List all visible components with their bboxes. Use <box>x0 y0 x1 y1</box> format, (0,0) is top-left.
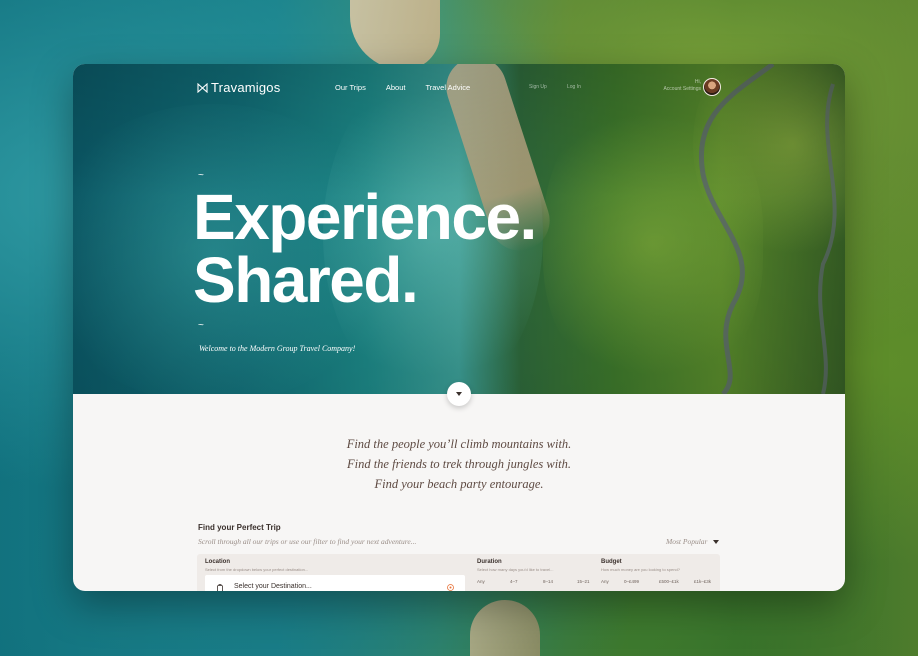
hero-headline-line1: Experience. <box>193 181 537 253</box>
account-greeting: Hi, <box>694 79 701 85</box>
sort-dropdown[interactable]: Most Popular <box>666 537 720 546</box>
nav-about[interactable]: About <box>386 83 406 92</box>
background-beach-bottom <box>470 600 540 656</box>
top-navigation: Travamigos Our Trips About Travel Advice… <box>73 64 845 114</box>
budget-option-0-499[interactable]: 0–£499 <box>624 579 639 584</box>
nav-sign-up[interactable]: Sign Up <box>529 84 547 90</box>
duration-option-15-21[interactable]: 15–21 <box>577 579 590 584</box>
website-card: Travamigos Our Trips About Travel Advice… <box>73 64 845 591</box>
hero-headline-line2: Shared. <box>193 244 419 316</box>
tagline: Find the people you’ll climb mountains w… <box>73 434 845 494</box>
location-title: Location <box>205 559 230 565</box>
background-beach <box>350 0 440 70</box>
destination-select[interactable]: Select your Destination... <box>205 575 465 591</box>
account-link: Account <box>663 86 682 92</box>
location-hint: Select from the dropdown below your perf… <box>205 567 309 572</box>
chevron-down-icon <box>456 392 462 396</box>
nav-our-trips[interactable]: Our Trips <box>335 83 366 92</box>
budget-hint: How much money are you looking to spend? <box>601 567 680 572</box>
duration-hint: Select how many days you’d like to trave… <box>477 567 554 572</box>
budget-title: Budget <box>601 559 622 565</box>
trip-filter-panel: Location Select from the dropdown below … <box>197 554 720 591</box>
caret-down-icon <box>713 539 720 544</box>
avatar[interactable] <box>703 78 721 96</box>
tagline-line3: Find your beach party entourage. <box>374 477 544 491</box>
nav-travel-advice[interactable]: Travel Advice <box>425 83 470 92</box>
hero-subtitle: Welcome to the Modern Group Travel Compa… <box>199 344 356 353</box>
brand-logo[interactable]: Travamigos <box>197 80 280 95</box>
target-icon <box>447 584 454 591</box>
trip-finder-subtitle: Scroll through all our trips or use our … <box>198 537 417 546</box>
settings-link: Settings <box>682 86 701 92</box>
duration-option-4-7[interactable]: 4–7 <box>510 579 518 584</box>
budget-option-any[interactable]: Any <box>601 579 609 584</box>
tagline-line1: Find the people you’ll climb mountains w… <box>346 437 572 451</box>
account-menu[interactable]: Hi, Account Settings <box>651 79 701 93</box>
brand-name: Travamigos <box>211 80 281 95</box>
nav-log-in[interactable]: Log In <box>567 84 581 90</box>
sort-label: Most Popular <box>666 537 708 546</box>
destination-placeholder: Select your Destination... <box>234 583 312 590</box>
decorative-tilde-bottom: ~ <box>198 320 204 331</box>
budget-option-500-1k[interactable]: £500–£1k <box>659 579 679 584</box>
trip-finder-title: Find your Perfect Trip <box>198 523 281 532</box>
luggage-icon <box>217 584 223 591</box>
scroll-down-button[interactable] <box>447 382 471 406</box>
duration-option-8-14[interactable]: 8–14 <box>543 579 553 584</box>
decorative-tilde-top: ~ <box>198 170 204 181</box>
duration-option-any[interactable]: Any <box>477 579 485 584</box>
ribbon-logo-icon <box>197 82 208 93</box>
duration-title: Duration <box>477 559 502 565</box>
budget-option-1k-3k[interactable]: £1k–£3k <box>694 579 711 584</box>
hero-headline: Experience. Shared. <box>193 181 537 316</box>
tagline-line2: Find the friends to trek through jungles… <box>346 457 572 471</box>
hero-section: Travamigos Our Trips About Travel Advice… <box>73 64 845 394</box>
